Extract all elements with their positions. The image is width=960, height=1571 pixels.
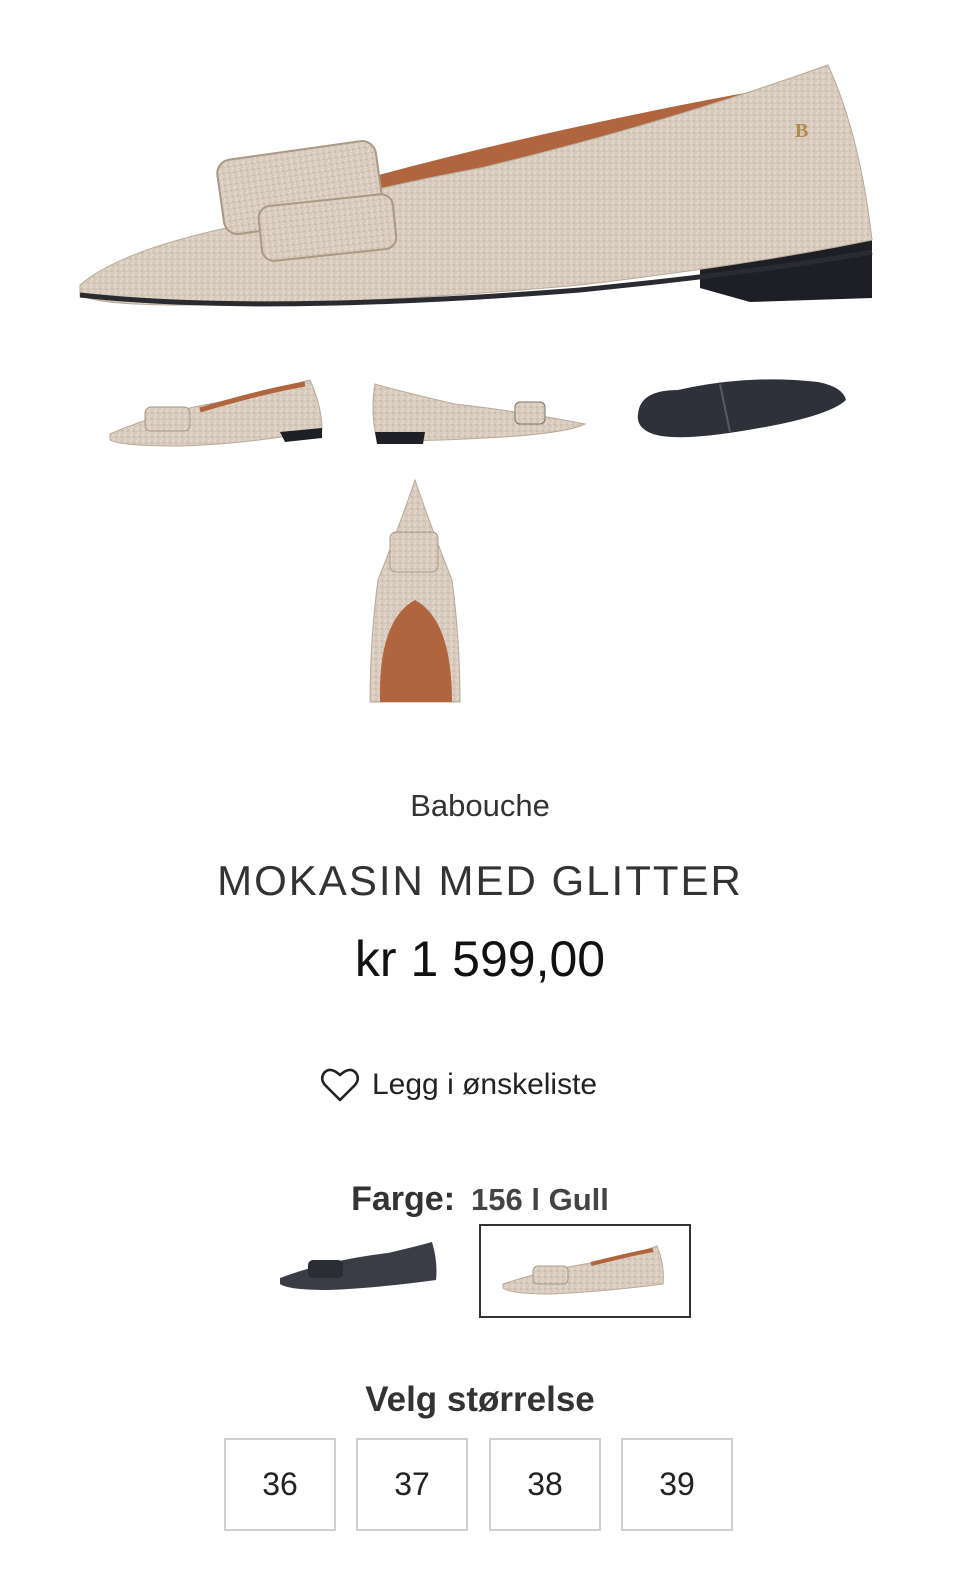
shoe-side-right-thumbnail-icon [372, 383, 587, 444]
product-price: kr 1 599,00 [354, 931, 606, 987]
product-title: MOKASIN MED GLITTER [217, 857, 743, 904]
thumbnail-side-right[interactable] [365, 362, 595, 462]
thumbnail-sole[interactable] [628, 362, 858, 462]
size-option-36[interactable]: 36 [224, 1438, 336, 1531]
color-key: Farge: [351, 1180, 456, 1218]
color-swatch-gold[interactable] [479, 1224, 691, 1318]
add-to-wishlist-button[interactable]: Legg i ønskeliste [320, 1060, 640, 1110]
black-shoe-swatch-icon [280, 1242, 437, 1290]
svg-text:B: B [795, 120, 808, 142]
selected-color-value: 156 l Gull [471, 1182, 609, 1217]
shoe-top-view-thumbnail-icon [369, 478, 461, 703]
color-swatch-black[interactable] [268, 1228, 448, 1312]
thumbnail-top-view[interactable] [360, 470, 470, 710]
size-option-39[interactable]: 39 [621, 1438, 733, 1531]
heart-icon [320, 1068, 360, 1102]
shoe-sole-thumbnail-icon [637, 379, 846, 438]
brand-name[interactable]: Babouche [0, 788, 960, 824]
color-selector-label: Farge: 156 l Gull [0, 1180, 960, 1219]
size-heading: Velg størrelse [365, 1380, 595, 1419]
shoe-side-left-thumbnail-icon [109, 379, 323, 447]
size-option-37[interactable]: 37 [356, 1438, 468, 1531]
wishlist-label: Legg i ønskeliste [372, 1068, 598, 1101]
size-option-38[interactable]: 38 [489, 1438, 601, 1531]
thumbnail-side-left[interactable] [100, 362, 330, 462]
main-product-image[interactable]: B [60, 40, 900, 340]
gold-shoe-swatch-icon [502, 1245, 664, 1295]
